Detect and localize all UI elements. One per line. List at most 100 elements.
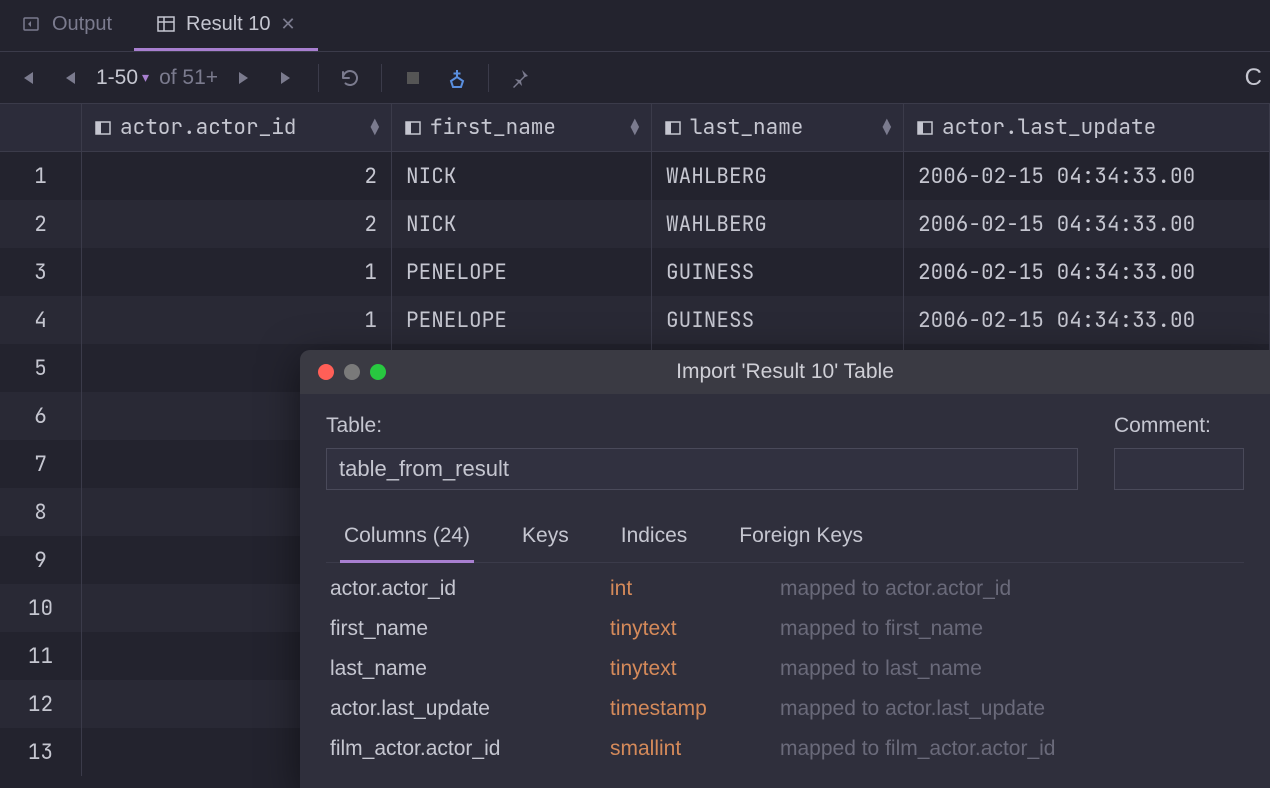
prev-page-button[interactable] <box>52 59 90 97</box>
cell-last-name[interactable]: WAHLBERG <box>652 200 904 248</box>
cell-first-name[interactable]: NICK <box>392 152 652 200</box>
row-number: 6 <box>0 392 82 440</box>
tab-label: Output <box>52 13 112 36</box>
column-type: tinytext <box>610 617 780 641</box>
editor-tabs: Output Result 10 ✕ <box>0 0 1270 52</box>
row-range-value: 1-50 <box>96 66 138 90</box>
column-name: actor.last_update <box>330 697 610 721</box>
cell-actor-id[interactable]: 1 <box>82 296 392 344</box>
reload-button[interactable] <box>331 59 369 97</box>
table-name-label: Table: <box>326 414 1078 438</box>
column-mapping-item[interactable]: first_nametinytextmapped to first_name <box>326 609 1244 649</box>
cell-last-update[interactable]: 2006-02-15 04:34:33.00 <box>904 296 1270 344</box>
column-mapping: mapped to actor.last_update <box>780 697 1045 721</box>
cell-first-name[interactable]: NICK <box>392 200 652 248</box>
cell-last-update[interactable]: 2006-02-15 04:34:33.00 <box>904 248 1270 296</box>
pin-button[interactable] <box>501 59 539 97</box>
result-toolbar: 1-50▾ of 51+ C <box>0 52 1270 104</box>
column-name: first_name <box>330 617 610 641</box>
column-icon <box>94 119 112 137</box>
dialog-tabs: Columns (24) Keys Indices Foreign Keys <box>326 514 1244 563</box>
close-window-button[interactable] <box>318 364 334 380</box>
close-icon[interactable]: ✕ <box>281 14 296 35</box>
cell-last-name[interactable]: WAHLBERG <box>652 152 904 200</box>
dialog-title: Import 'Result 10' Table <box>300 360 1270 384</box>
table-row[interactable]: 41PENELOPEGUINESS2006-02-15 04:34:33.00 <box>0 296 1270 344</box>
next-page-button[interactable] <box>224 59 262 97</box>
column-mapping-item[interactable]: actor.actor_idintmapped to actor.actor_i… <box>326 569 1244 609</box>
table-row[interactable]: 22NICKWAHLBERG2006-02-15 04:34:33.00 <box>0 200 1270 248</box>
column-type: smallint <box>610 737 780 761</box>
rownum-header <box>0 104 82 151</box>
separator <box>381 64 382 92</box>
last-page-button[interactable] <box>268 59 306 97</box>
sort-icon[interactable]: ▲▼ <box>631 120 639 136</box>
row-total: of 51+ <box>159 66 218 90</box>
compare-button[interactable] <box>438 59 476 97</box>
row-number: 9 <box>0 536 82 584</box>
zoom-window-button[interactable] <box>370 364 386 380</box>
dialog-titlebar[interactable]: Import 'Result 10' Table <box>300 350 1270 394</box>
table-name-input[interactable] <box>326 448 1078 490</box>
row-number: 8 <box>0 488 82 536</box>
cell-last-name[interactable]: GUINESS <box>652 296 904 344</box>
row-number: 11 <box>0 632 82 680</box>
column-name: last_name <box>330 657 610 681</box>
tab-label: Result 10 <box>186 13 271 36</box>
settings-button[interactable]: C <box>1245 64 1262 92</box>
minimize-window-button[interactable] <box>344 364 360 380</box>
column-header-actor-id[interactable]: actor.actor_id ▲▼ <box>82 104 392 151</box>
row-number: 2 <box>0 200 82 248</box>
comment-label: Comment: <box>1114 414 1244 438</box>
column-header-first-name[interactable]: first_name ▲▼ <box>392 104 652 151</box>
separator <box>318 64 319 92</box>
sort-icon[interactable]: ▲▼ <box>883 120 891 136</box>
cell-actor-id[interactable]: 2 <box>82 200 392 248</box>
column-icon <box>404 119 422 137</box>
cell-last-update[interactable]: 2006-02-15 04:34:33.00 <box>904 200 1270 248</box>
tab-indices[interactable]: Indices <box>617 514 692 563</box>
table-row[interactable]: 12NICKWAHLBERG2006-02-15 04:34:33.00 <box>0 152 1270 200</box>
column-header-last-name[interactable]: last_name ▲▼ <box>652 104 904 151</box>
column-mapping-item[interactable]: film_actor.actor_idsmallintmapped to fil… <box>326 729 1244 769</box>
row-number: 10 <box>0 584 82 632</box>
run-icon <box>22 14 42 34</box>
cell-last-update[interactable]: 2006-02-15 04:34:33.00 <box>904 152 1270 200</box>
column-name: film_actor.actor_id <box>330 737 610 761</box>
column-icon <box>664 119 682 137</box>
first-page-button[interactable] <box>8 59 46 97</box>
column-type: int <box>610 577 780 601</box>
sort-icon[interactable]: ▲▼ <box>371 120 379 136</box>
column-mapping-item[interactable]: actor.last_updatetimestampmapped to acto… <box>326 689 1244 729</box>
import-table-dialog: Import 'Result 10' Table Table: Comment:… <box>300 350 1270 788</box>
table-row[interactable]: 31PENELOPEGUINESS2006-02-15 04:34:33.00 <box>0 248 1270 296</box>
cell-first-name[interactable]: PENELOPE <box>392 248 652 296</box>
cell-last-name[interactable]: GUINESS <box>652 248 904 296</box>
comment-input[interactable] <box>1114 448 1244 490</box>
column-icon <box>916 119 934 137</box>
cell-actor-id[interactable]: 1 <box>82 248 392 296</box>
cell-first-name[interactable]: PENELOPE <box>392 296 652 344</box>
tab-foreign-keys[interactable]: Foreign Keys <box>735 514 867 563</box>
row-number: 1 <box>0 152 82 200</box>
grid-header: actor.actor_id ▲▼ first_name ▲▼ last_nam… <box>0 104 1270 152</box>
row-range[interactable]: 1-50▾ of 51+ <box>96 66 218 90</box>
column-mapping: mapped to last_name <box>780 657 982 681</box>
column-header-last-update[interactable]: actor.last_update <box>904 104 1270 151</box>
separator <box>488 64 489 92</box>
stop-button[interactable] <box>394 59 432 97</box>
row-number: 3 <box>0 248 82 296</box>
cell-actor-id[interactable]: 2 <box>82 152 392 200</box>
column-mapping-item[interactable]: last_nametinytextmapped to last_name <box>326 649 1244 689</box>
column-mapping-list: actor.actor_idintmapped to actor.actor_i… <box>326 569 1244 769</box>
chevron-down-icon: ▾ <box>142 69 149 86</box>
window-controls <box>300 364 386 380</box>
column-type: timestamp <box>610 697 780 721</box>
tab-output[interactable]: Output <box>0 0 134 51</box>
column-mapping: mapped to actor.actor_id <box>780 577 1011 601</box>
row-number: 13 <box>0 728 82 776</box>
row-number: 7 <box>0 440 82 488</box>
tab-keys[interactable]: Keys <box>518 514 573 563</box>
tab-columns[interactable]: Columns (24) <box>340 514 474 563</box>
tab-result-10[interactable]: Result 10 ✕ <box>134 0 318 51</box>
